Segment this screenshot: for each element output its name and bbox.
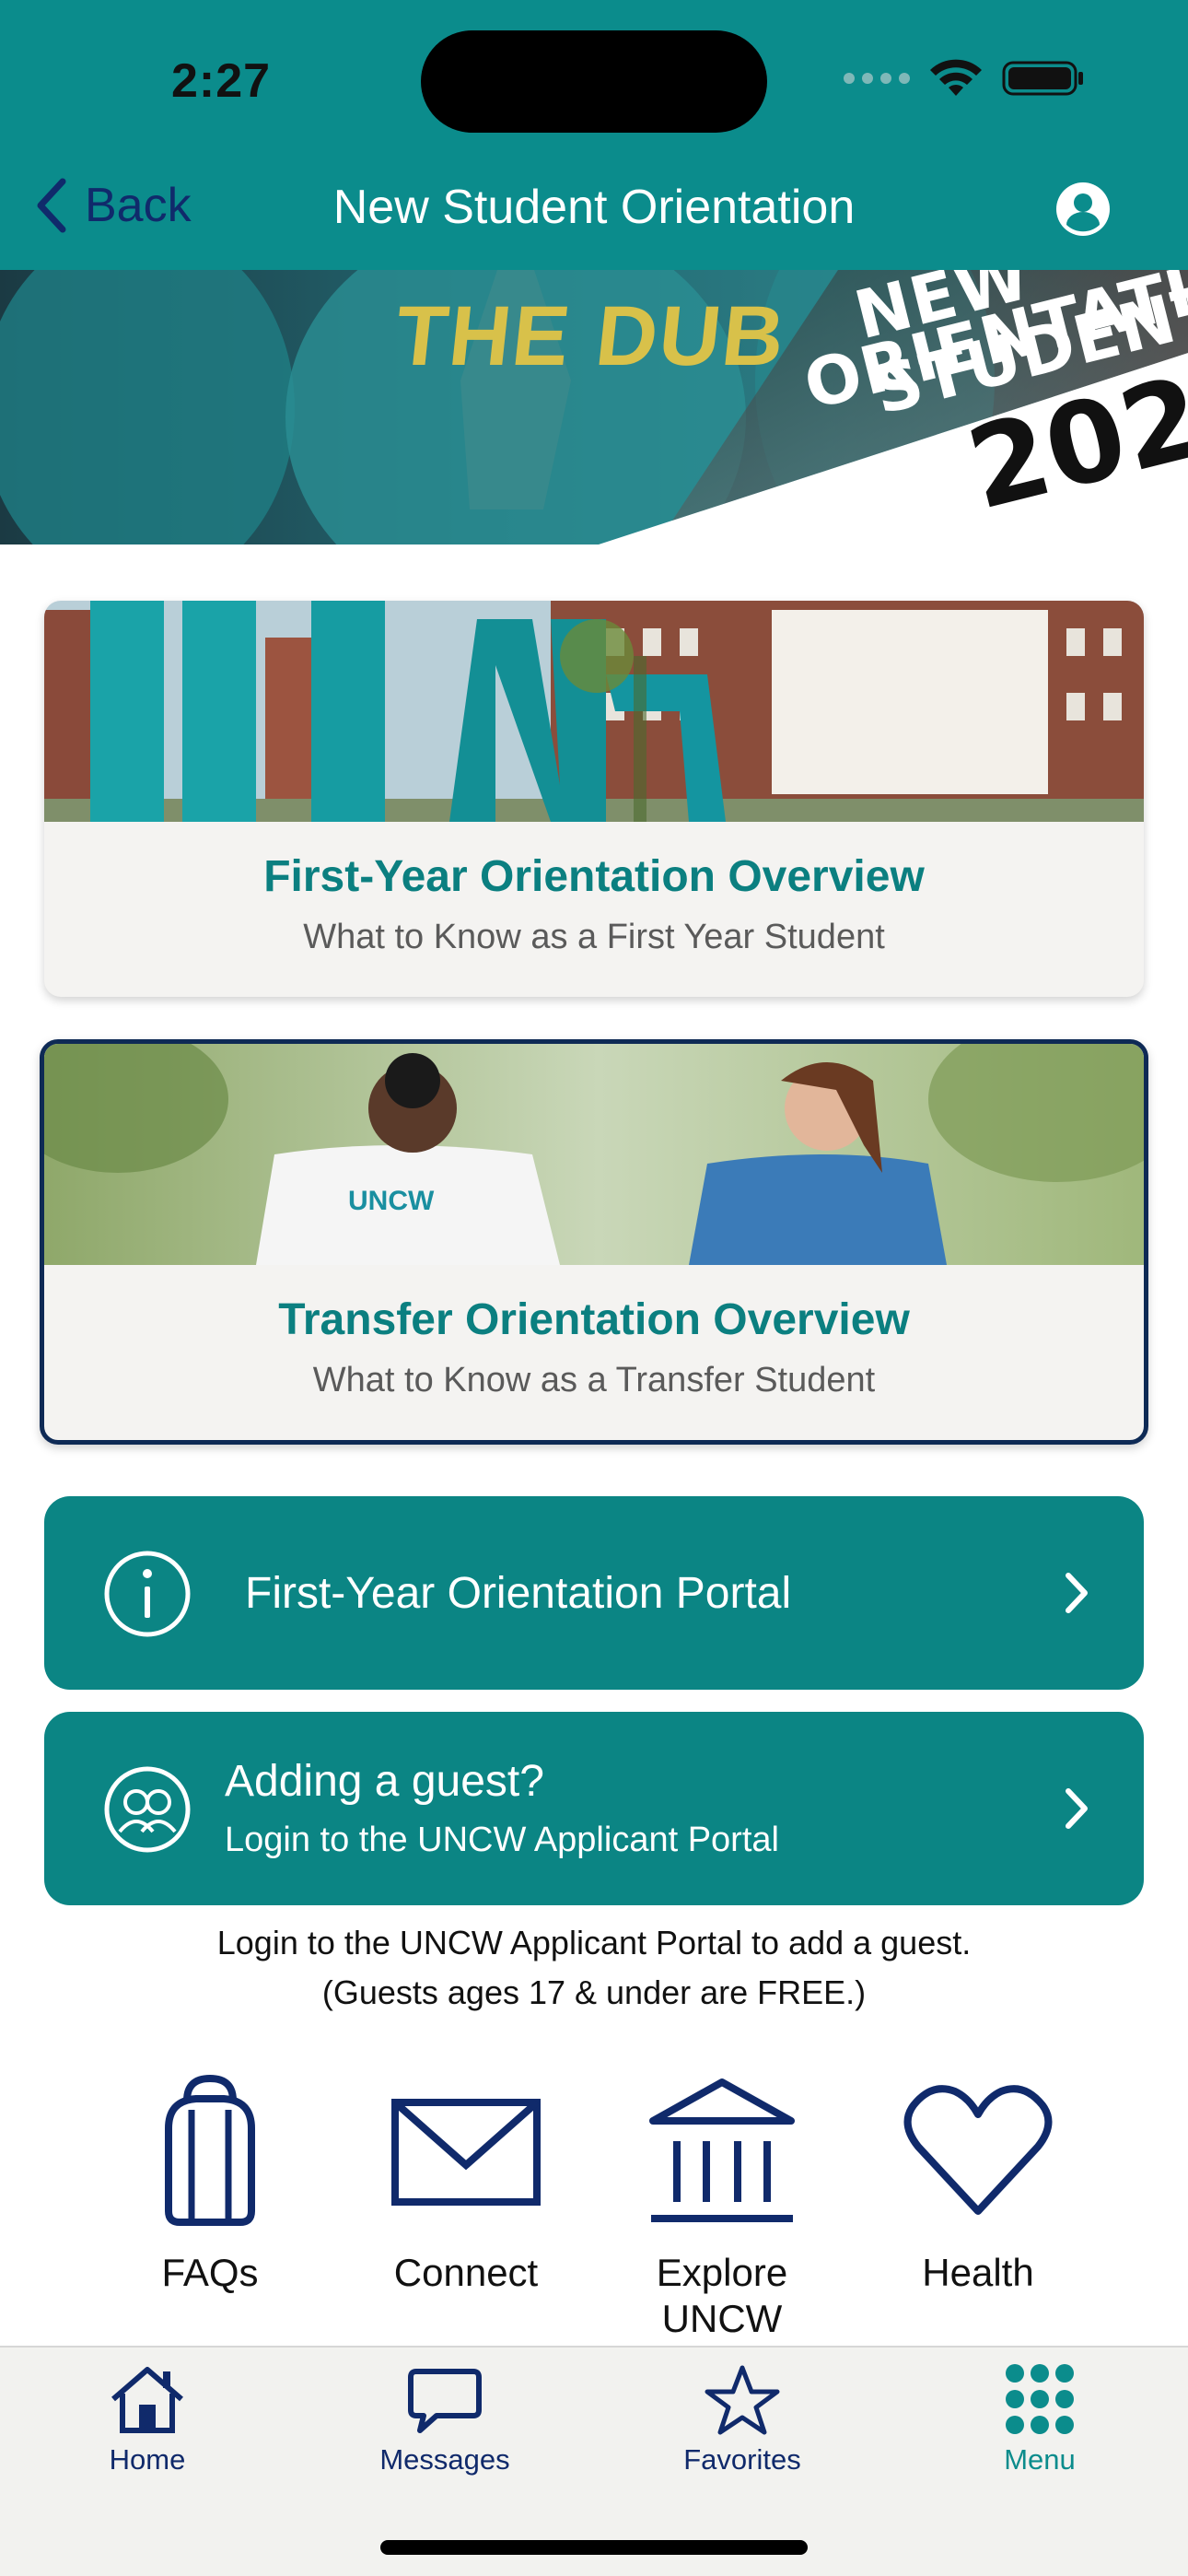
top-bar: 2:27 Back New Student Orientation xyxy=(0,0,1188,270)
card-subtitle: What to Know as a First Year Student xyxy=(303,918,885,956)
first-year-overview-card[interactable]: First-Year Orientation Overview What to … xyxy=(44,601,1144,997)
quick-link-label-line-1: Explore xyxy=(656,2251,788,2294)
grid-icon xyxy=(1006,2364,1074,2434)
chevron-right-icon xyxy=(1066,1788,1088,1829)
status-icons xyxy=(844,59,1085,98)
add-guest-button[interactable]: Adding a guest? Login to the UNCW Applic… xyxy=(44,1712,1144,1905)
quick-link-label: Connect xyxy=(393,2251,539,2294)
transfer-overview-card[interactable]: UNCW Transfer Orientation Overview What … xyxy=(40,1039,1148,1445)
tab-label: Home xyxy=(109,2443,186,2476)
quick-link-faqs[interactable]: FAQs xyxy=(109,2073,311,2296)
tab-messages[interactable]: Messages xyxy=(344,2362,546,2476)
card-title: Transfer Orientation Overview xyxy=(278,1295,910,1344)
card-subtitle: What to Know as a Transfer Student xyxy=(312,1361,876,1399)
guest-note-line-1: Login to the UNCW Applicant Portal to ad… xyxy=(216,1924,972,1961)
quick-link-label: Explore UNCW xyxy=(621,2250,823,2342)
backpack-icon xyxy=(165,2074,255,2226)
home-indicator[interactable] xyxy=(380,2540,808,2555)
guests-icon xyxy=(104,1766,191,1853)
portal-button-label: First-Year Orientation Portal xyxy=(245,1569,792,1618)
home-icon xyxy=(111,2367,183,2433)
dynamic-island xyxy=(421,30,767,133)
quick-link-health[interactable]: Health xyxy=(877,2073,1079,2296)
status-time: 2:27 xyxy=(171,54,272,108)
tab-label: Menu xyxy=(1004,2443,1076,2476)
quick-link-explore-uncw[interactable]: Explore UNCW xyxy=(621,2073,823,2342)
star-icon xyxy=(705,2365,780,2435)
chat-icon xyxy=(408,2369,482,2433)
guest-note-line-2: (Guests ages 17 & under are FREE.) xyxy=(321,1973,867,2011)
tab-home[interactable]: Home xyxy=(46,2362,249,2476)
card-title: First-Year Orientation Overview xyxy=(263,852,925,901)
first-year-portal-button[interactable]: First-Year Orientation Portal xyxy=(44,1496,1144,1690)
quick-link-label: Health xyxy=(922,2251,1034,2294)
building-icon xyxy=(649,2078,795,2222)
svg-text:UNCW: UNCW xyxy=(348,1186,435,1216)
wifi-icon xyxy=(930,59,982,96)
chevron-right-icon xyxy=(1066,1573,1088,1613)
students-photo: UNCW xyxy=(44,1044,1144,1265)
tab-menu[interactable]: Menu xyxy=(938,2362,1141,2476)
envelope-icon xyxy=(391,2099,541,2206)
guest-button-label: Adding a guest? xyxy=(225,1757,544,1806)
heart-icon xyxy=(903,2085,1053,2215)
profile-icon[interactable] xyxy=(1055,181,1111,237)
info-icon xyxy=(104,1551,191,1637)
quick-link-label: FAQs xyxy=(161,2251,259,2294)
quick-link-label-line-2: UNCW xyxy=(661,2297,783,2340)
tab-label: Messages xyxy=(379,2443,510,2476)
guest-button-sublabel: Login to the UNCW Applicant Portal xyxy=(225,1821,779,1859)
quick-link-connect[interactable]: Connect xyxy=(365,2073,567,2296)
page-title: New Student Orientation xyxy=(332,181,856,234)
orientation-banner: THE DUB NEW STUDENT ORIENTATION 2024 xyxy=(0,270,1188,544)
tab-label: Favorites xyxy=(683,2443,801,2476)
uncw-letters-photo xyxy=(44,601,1144,822)
signal-icon xyxy=(844,73,910,84)
battery-icon xyxy=(1002,61,1083,96)
tab-favorites[interactable]: Favorites xyxy=(641,2362,844,2476)
guest-note: Login to the UNCW Applicant Portal to ad… xyxy=(0,1918,1188,2018)
